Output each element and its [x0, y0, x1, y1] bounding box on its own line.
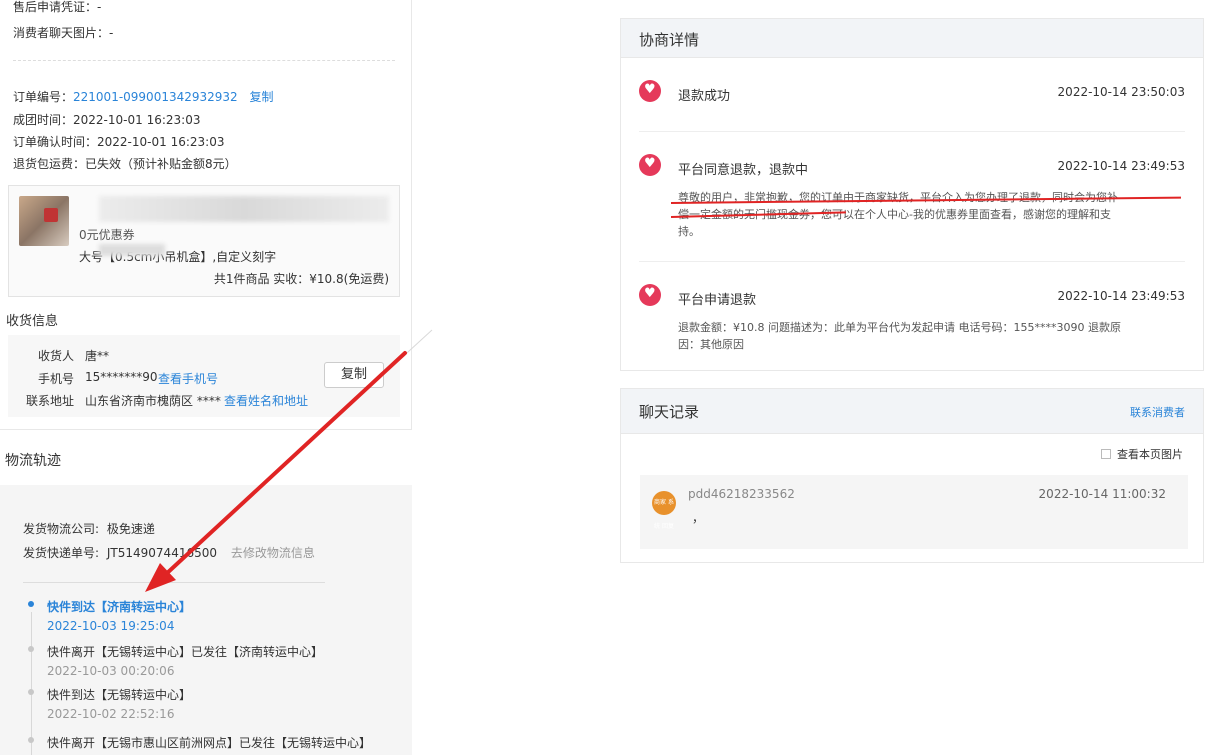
divider [639, 131, 1185, 132]
timeline-line [31, 612, 32, 755]
entry-body: 因：其他原因 [678, 338, 744, 351]
order-summary: 共1件商品 实收：¥10.8(免运费) [213, 272, 389, 286]
order-number: 221001-099001342932932 [73, 90, 238, 104]
negotiation-panel: 协商详情 退款成功 2022-10-14 23:50:03 平台同意退款，退款中… [620, 18, 1204, 371]
avatar: 商家 系统 回复 [652, 491, 676, 530]
timeline-dot-active [28, 601, 34, 607]
chat-time: 2022-10-14 11:00:32 [1038, 487, 1166, 501]
view-name-address-link[interactable]: 查看姓名和地址 [224, 392, 308, 409]
timeline-event-time: 2022-10-02 22:52:16 [47, 707, 175, 721]
receiver-box: 收货人 唐** 手机号 15*******90 查看手机号 联系地址 山东省济南… [8, 335, 400, 417]
blurred-product-title [99, 196, 389, 222]
product-tag-icon [44, 208, 58, 222]
receiver-section-title: 收货信息 [6, 314, 59, 329]
modify-logistics-link[interactable]: 去修改物流信息 [231, 546, 315, 560]
confirm-time-row: 订单确认时间：2022-10-01 16:23:03 [13, 135, 225, 149]
view-images-label[interactable]: 查看本页图片 [1117, 446, 1183, 462]
heart-icon [639, 154, 661, 176]
timeline-event-text: 快件离开【无锡转运中心】已发往【济南转运中心】 [47, 645, 324, 659]
entry-body: 持。 [678, 225, 700, 238]
product-card[interactable]: 0元优惠券 大号【0.5cm小吊机盒】,自定义刻字 共1件商品 实收：¥10.8… [8, 185, 400, 297]
timeline-dot [28, 646, 34, 652]
chat-header: 聊天记录 联系消费者 [621, 389, 1203, 434]
timeline-event-text: 快件离开【无锡市惠山区前洲网点】已发往【无锡转运中心】 [47, 736, 372, 750]
heart-icon [639, 284, 661, 306]
logistics-company-row: 发货物流公司: 极免速递 [23, 522, 155, 536]
entry-title: 平台同意退款，退款中 [678, 163, 809, 178]
chat-user: pdd46218233562 [688, 487, 795, 501]
order-info-card: 售后申请凭证：- 消费者聊天图片：- 订单编号：221001-099001342… [0, 0, 412, 430]
contact-consumer-link[interactable]: 联系消费者 [1130, 404, 1185, 420]
order-number-row: 订单编号：221001-099001342932932 复制 [13, 90, 274, 104]
copy-order-link[interactable]: 复制 [250, 90, 274, 104]
view-phone-link[interactable]: 查看手机号 [158, 370, 218, 387]
return-shipping-row: 退货包运费：已失效（预计补贴金额8元） [13, 157, 237, 171]
group-time-row: 成团时间：2022-10-01 16:23:03 [13, 113, 201, 127]
order-detail-column: 售后申请凭证：- 消费者聊天图片：- 订单编号：221001-099001342… [0, 0, 412, 755]
entry-body: 退款金额：¥10.8 问题描述为：此单为平台代为发起申请 电话号码：155***… [678, 321, 1121, 334]
timeline-event-time: 2022-10-03 00:20:06 [47, 664, 175, 678]
divider [13, 60, 395, 61]
heart-icon [639, 80, 661, 102]
receiver-phone: 15*******90 [85, 370, 158, 384]
coupon-text: 0元优惠券 [79, 228, 135, 242]
divider [639, 261, 1185, 262]
receiver-address: 山东省济南市槐荫区 **** [85, 394, 221, 408]
entry-time: 2022-10-14 23:50:03 [1057, 85, 1185, 99]
negotiation-title: 协商详情 [639, 31, 700, 49]
entry-time: 2022-10-14 23:49:53 [1057, 289, 1185, 303]
tracking-number-row: 发货快递单号: JT5149074416500 去修改物流信息 [23, 546, 315, 560]
view-images-checkbox[interactable] [1101, 449, 1111, 459]
chat-panel: 聊天记录 联系消费者 查看本页图片 商家 系统 回复 pdd4621823356… [620, 388, 1204, 563]
tracking-number: JT5149074416500 [106, 546, 217, 560]
chat-title: 聊天记录 [639, 403, 700, 421]
timeline-event-text: 快件到达【济南转运中心】 [47, 600, 192, 614]
timeline-event-time: 2022-10-03 19:25:04 [47, 619, 175, 633]
entry-title: 退款成功 [678, 89, 731, 104]
chat-images-row: 消费者聊天图片：- [13, 26, 114, 40]
divider [23, 582, 325, 583]
logistics-section-title: 物流轨迹 [5, 453, 61, 469]
copy-address-button[interactable]: 复制 [324, 362, 384, 388]
chat-message: 商家 系统 回复 pdd46218233562 2022-10-14 11:00… [640, 475, 1188, 549]
chat-text: ， [692, 511, 705, 525]
timeline-dot [28, 689, 34, 695]
negotiation-header: 协商详情 [621, 19, 1203, 58]
entry-title: 平台申请退款 [678, 293, 757, 308]
timeline-event-text: 快件到达【无锡转运中心】 [47, 688, 192, 702]
receiver-name: 唐** [85, 349, 110, 363]
blurred-spec [99, 244, 165, 256]
entry-time: 2022-10-14 23:49:53 [1057, 159, 1185, 173]
timeline-dot [28, 737, 34, 743]
after-sale-proof-row: 售后申请凭证：- [13, 0, 102, 14]
